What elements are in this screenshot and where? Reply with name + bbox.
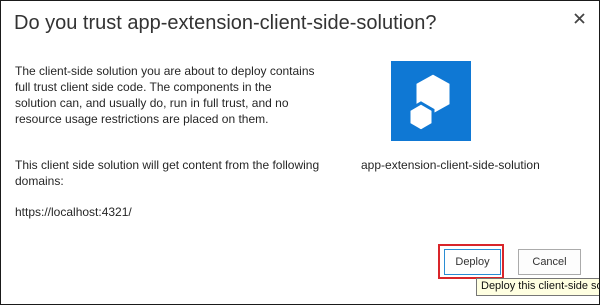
domains-message: This client side solution will get conte… xyxy=(15,158,320,188)
trust-message-text: The client-side solution you are about t… xyxy=(15,64,315,126)
app-package-icon xyxy=(391,61,471,141)
trust-message: The client-side solution you are about t… xyxy=(15,63,315,127)
deploy-tooltip: Deploy this client-side solution xyxy=(476,278,599,296)
domain-url: https://localhost:4321/ xyxy=(15,205,132,219)
close-button[interactable] xyxy=(569,8,589,28)
deploy-button[interactable]: Deploy xyxy=(444,249,501,275)
cancel-button[interactable]: Cancel xyxy=(518,249,581,275)
app-name: app-extension-client-side-solution xyxy=(361,158,540,172)
trust-dialog: Do you trust app-extension-client-side-s… xyxy=(0,0,600,305)
dialog-title: Do you trust app-extension-client-side-s… xyxy=(14,12,437,34)
close-icon xyxy=(573,12,585,24)
